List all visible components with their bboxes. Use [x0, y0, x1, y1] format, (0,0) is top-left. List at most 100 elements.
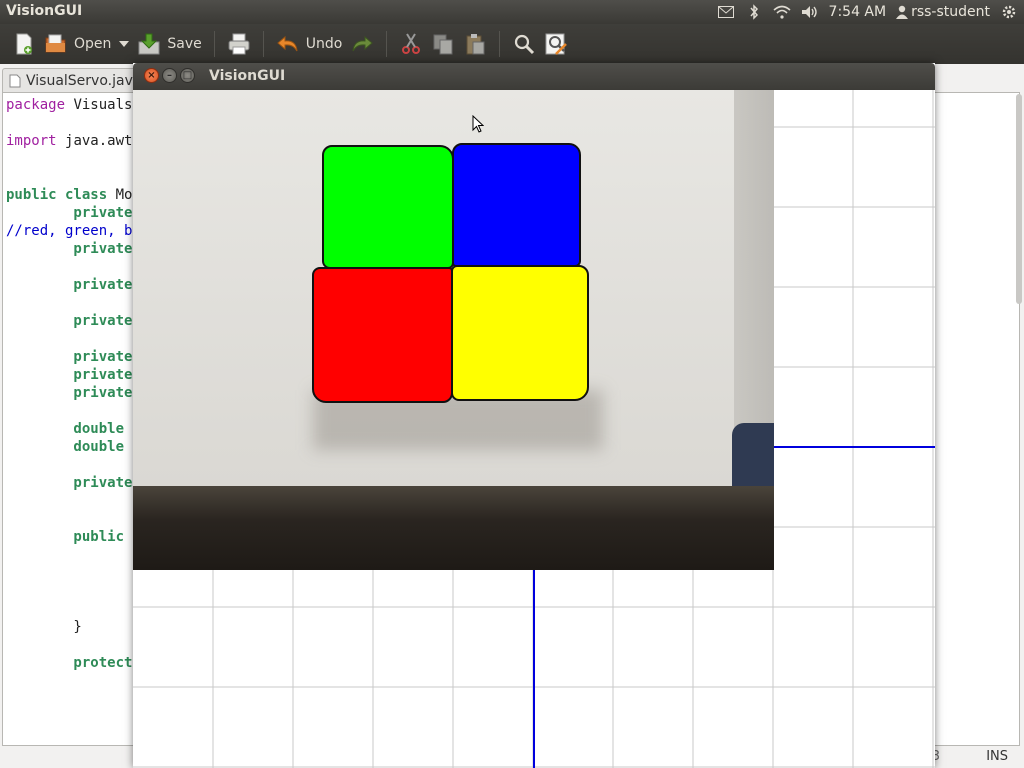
system-tray: 7:54 AM rss-student [717, 0, 1018, 24]
code-token: double [6, 439, 125, 455]
status-insert-mode[interactable]: INS [986, 749, 1008, 764]
toolbar-separator [499, 31, 501, 57]
code-token: package [6, 97, 74, 113]
find-replace-button[interactable] [540, 28, 572, 60]
open-label: Open [74, 36, 112, 52]
active-app-title: VisionGUI [6, 3, 83, 19]
code-token: double [6, 421, 125, 437]
code-token: private [6, 367, 133, 383]
redo-icon [352, 35, 374, 52]
save-label: Save [167, 36, 202, 52]
editor-toolbar: Open Save Undo [0, 24, 1024, 64]
code-line: //red, green, b [6, 222, 132, 240]
user-icon [896, 5, 909, 19]
open-folder-icon [45, 34, 66, 53]
print-button[interactable] [223, 28, 255, 60]
new-document-button[interactable] [8, 28, 40, 60]
code-token: import [6, 133, 66, 149]
open-dropdown-button[interactable] [115, 28, 133, 60]
code-token: protect [6, 655, 133, 671]
print-icon [228, 33, 250, 55]
clock[interactable]: 7:54 AM [829, 4, 887, 20]
visiongui-titlebar[interactable]: × – □ VisionGUI [133, 63, 935, 90]
maximize-icon: □ [182, 69, 193, 81]
code-token: Mo [115, 187, 133, 203]
yellow-blob [451, 265, 589, 401]
find-button[interactable] [508, 28, 540, 60]
user-menu[interactable]: rss-student [896, 4, 990, 20]
code-token: private [6, 313, 133, 329]
window-title: VisionGUI [209, 68, 286, 84]
vertical-scrollbar[interactable] [1016, 94, 1022, 304]
code-line: private [6, 240, 132, 258]
undo-button[interactable]: Undo [272, 28, 347, 60]
code-line: private [6, 366, 132, 384]
save-button[interactable]: Save [133, 28, 205, 60]
code-token: private [6, 241, 133, 257]
document-tab[interactable]: VisualServo.java [2, 68, 149, 92]
save-icon [138, 33, 160, 55]
code-line: private [6, 312, 132, 330]
visiongui-window: × – □ VisionGUI [133, 63, 935, 768]
blue-object-background [732, 423, 774, 493]
visiongui-canvas[interactable] [133, 90, 935, 768]
paste-button[interactable] [459, 28, 491, 60]
code-line: } [6, 618, 132, 636]
copy-button[interactable] [427, 28, 459, 60]
volume-icon[interactable] [801, 3, 819, 21]
code-token: private [6, 385, 133, 401]
toolbar-separator [386, 31, 388, 57]
close-button[interactable]: × [144, 68, 159, 83]
search-icon [515, 34, 535, 55]
mail-icon[interactable] [717, 3, 735, 21]
chevron-down-icon [119, 41, 130, 47]
code-line: package Visuals [6, 96, 132, 114]
cut-button[interactable] [395, 28, 427, 60]
code-line: double [6, 420, 132, 438]
paste-icon [466, 34, 485, 55]
maximize-button[interactable]: □ [180, 68, 195, 83]
copy-icon [433, 34, 453, 55]
wifi-icon[interactable] [773, 3, 791, 21]
mouse-pointer-icon [472, 115, 484, 133]
minimize-button[interactable]: – [162, 68, 177, 83]
code-line: private [6, 384, 132, 402]
code-line: private [6, 474, 132, 492]
code-token: java.awt [65, 133, 133, 149]
undo-label: Undo [305, 36, 343, 52]
code-line: protect [6, 654, 132, 672]
code-line: private [6, 204, 132, 222]
user-name: rss-student [911, 4, 990, 20]
green-blob [322, 145, 454, 269]
code-token: } [6, 619, 82, 635]
code-token: Visuals [73, 97, 133, 113]
undo-icon [277, 35, 298, 52]
code-line: private [6, 348, 132, 366]
open-button[interactable]: Open [40, 28, 115, 60]
code-text: package Visuals import java.awt public cla… [6, 96, 132, 672]
code-token: private [6, 349, 133, 365]
code-token: public class [6, 187, 116, 203]
camera-image [133, 90, 774, 570]
minimize-icon: – [167, 69, 172, 81]
redo-button[interactable] [346, 28, 378, 60]
find-replace-icon [545, 33, 568, 55]
toolbar-separator [213, 31, 215, 57]
java-file-icon [9, 74, 21, 87]
top-panel: VisionGUI 7:54 AM rss-student [0, 0, 1024, 24]
settings-gear-icon[interactable] [1000, 3, 1018, 21]
code-line: import java.awt [6, 132, 132, 150]
bluetooth-icon[interactable] [745, 3, 763, 21]
